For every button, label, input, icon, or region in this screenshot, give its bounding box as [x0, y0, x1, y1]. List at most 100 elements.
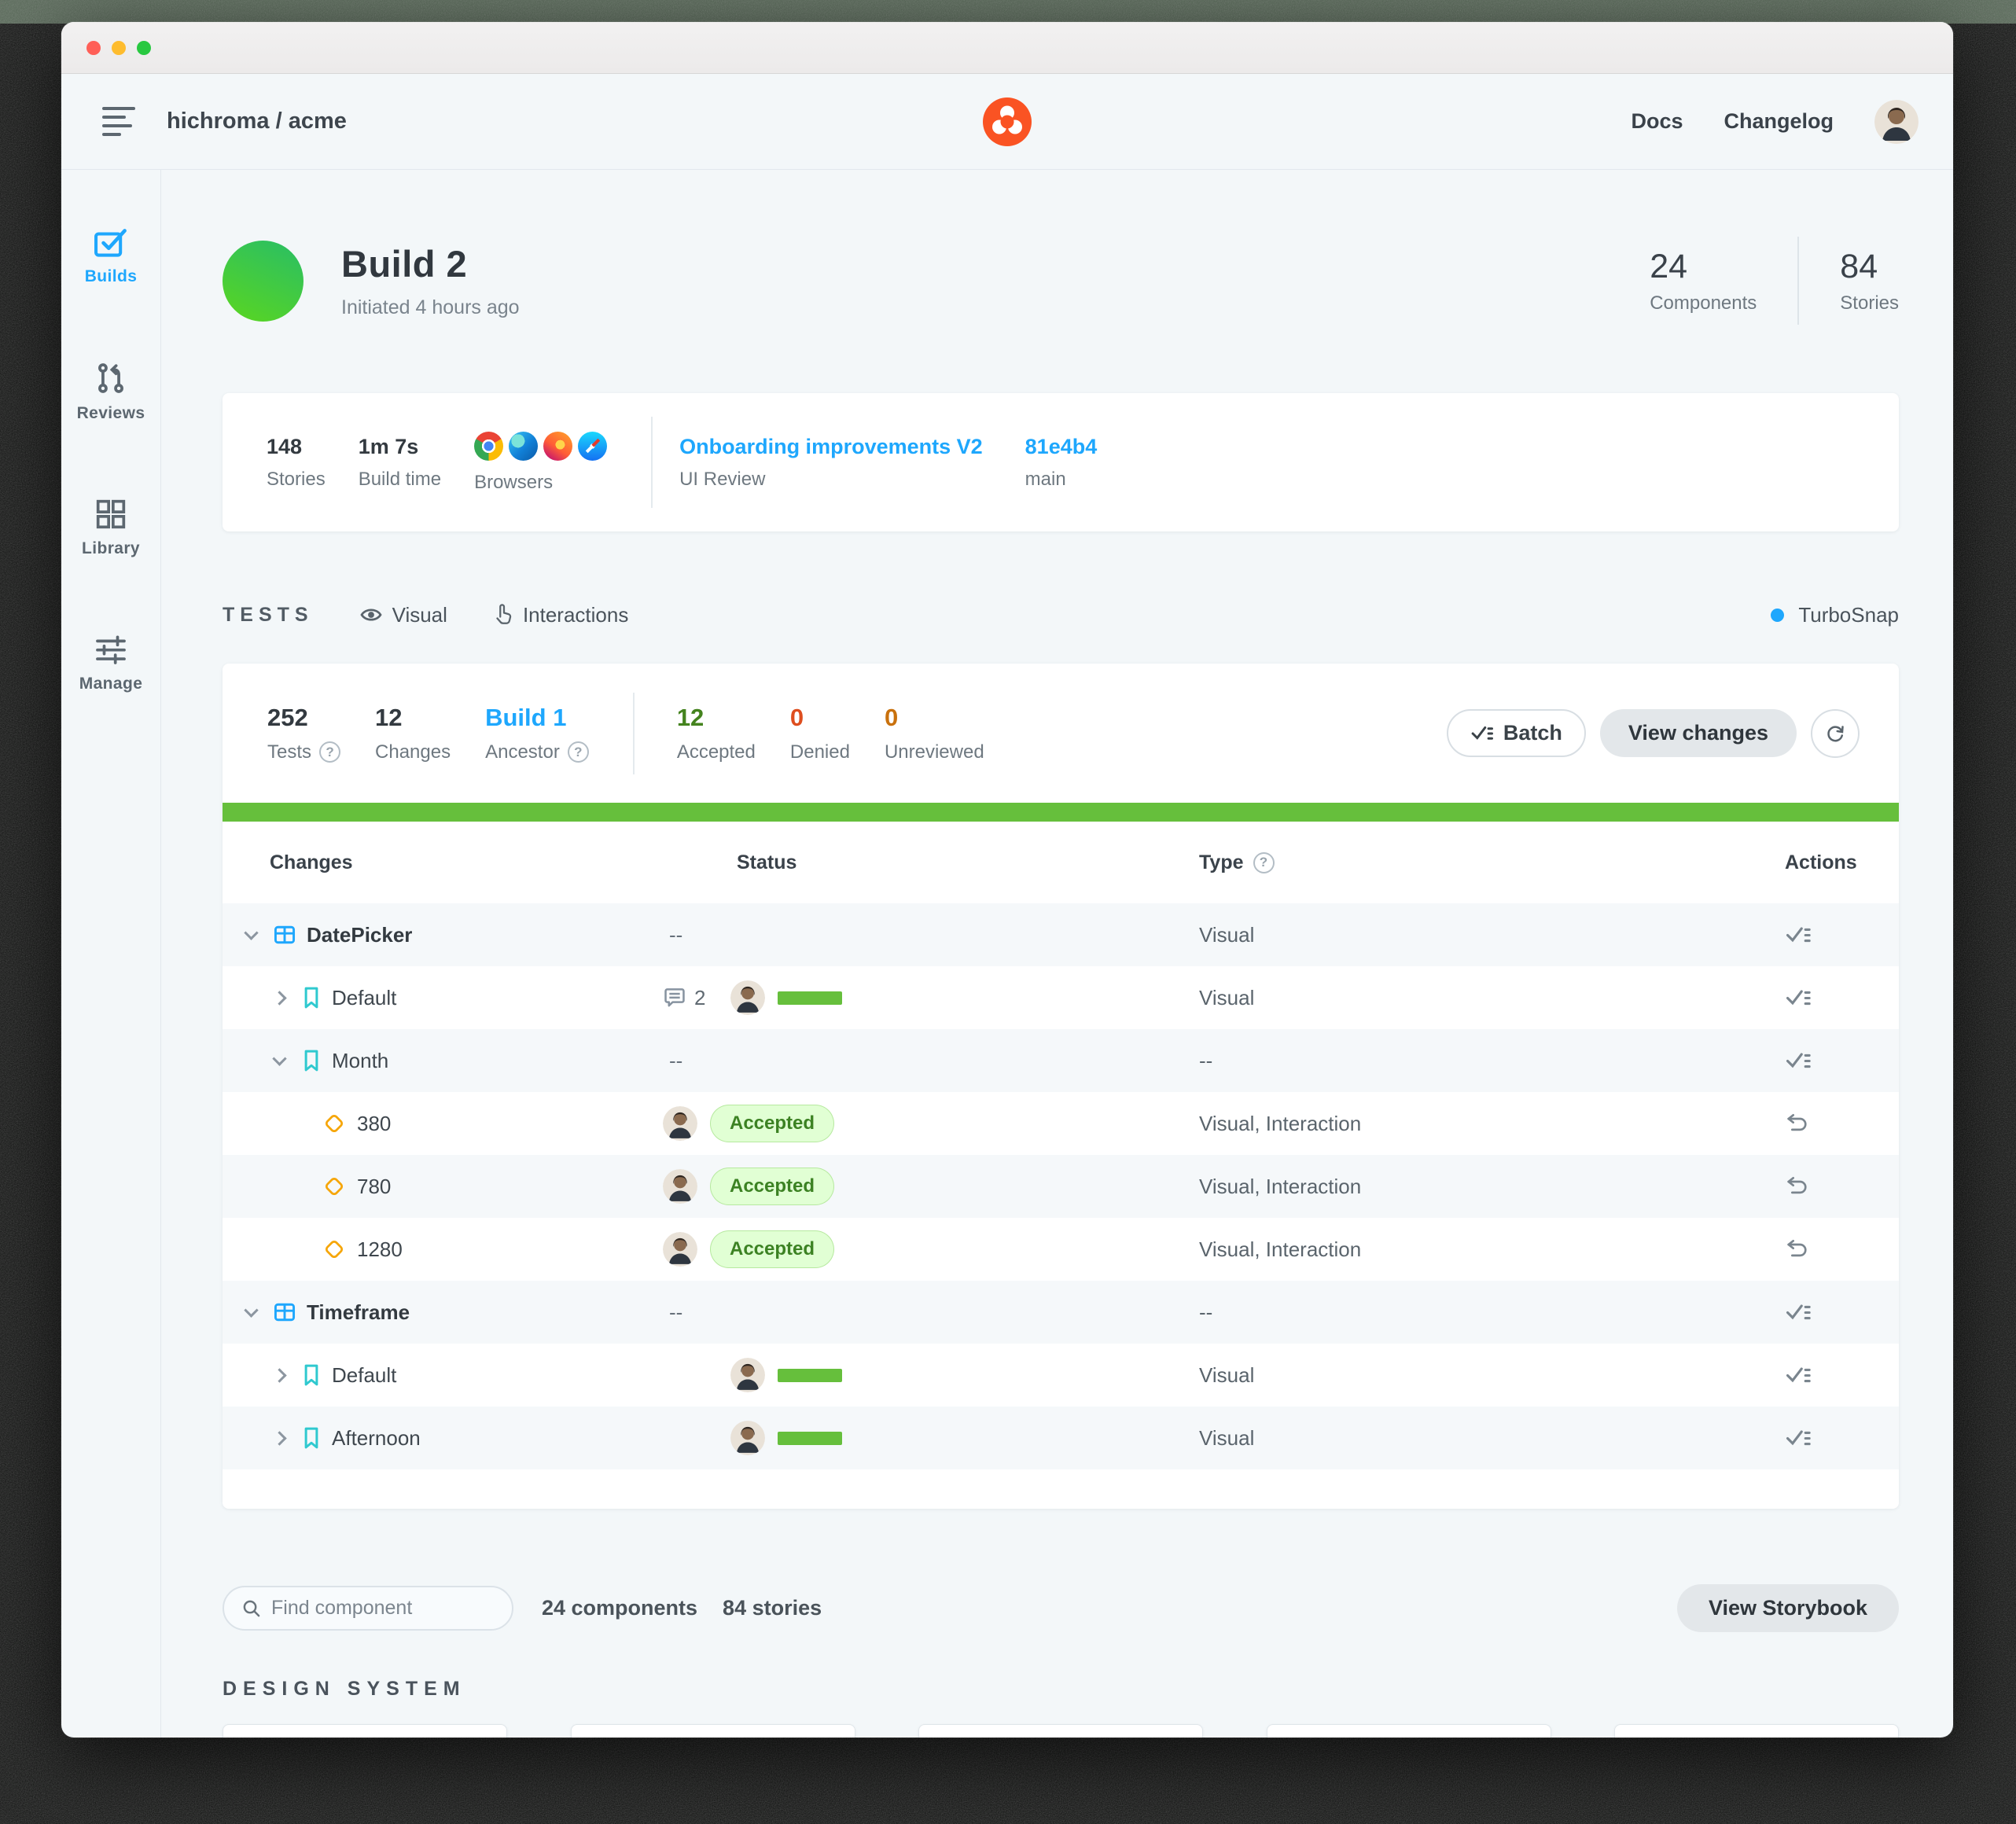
user-avatar[interactable]	[1874, 100, 1919, 144]
ancestor-stat: Build 1 Ancestor	[485, 704, 589, 763]
zoom-button[interactable]	[137, 41, 151, 55]
breadcrumb[interactable]: hichroma / acme	[167, 108, 347, 134]
close-button[interactable]	[86, 41, 101, 55]
build-info-card: 148 Stories 1m 7s Build time Browsers	[223, 393, 1899, 531]
commit-link[interactable]: 81e4b4	[1025, 435, 1098, 459]
help-icon[interactable]	[568, 741, 589, 763]
chevron-icon[interactable]	[244, 925, 258, 940]
search-input[interactable]	[271, 1597, 495, 1620]
reviewer-avatar	[663, 1106, 697, 1141]
refresh-button[interactable]	[1811, 709, 1860, 758]
minimize-button[interactable]	[112, 41, 126, 55]
visual-toggle[interactable]: Visual	[359, 603, 447, 627]
main-content: Build 2 Initiated 4 hours ago 24 Compone…	[161, 170, 1953, 1738]
firefox-icon	[543, 432, 572, 461]
row-type: Visual	[1199, 1363, 1761, 1388]
sidebar-item-reviews[interactable]: Reviews	[61, 360, 160, 423]
batch-button[interactable]: Batch	[1447, 709, 1586, 757]
row-name: Timeframe	[307, 1300, 410, 1325]
batch-action-icon[interactable]	[1785, 925, 1899, 946]
sidebar-item-label: Manage	[79, 675, 143, 693]
changes-stat: 12 Changes	[375, 704, 451, 763]
table-row[interactable]: 1280 Accepted Visual,	[223, 1218, 1899, 1281]
menu-icon[interactable]	[102, 101, 137, 142]
sidebar-item-manage[interactable]: Manage	[61, 632, 160, 693]
design-system-card[interactable]	[918, 1724, 1203, 1738]
chevron-icon[interactable]	[272, 1368, 286, 1382]
row-name: 1280	[357, 1237, 403, 1262]
table-row[interactable]: Default Visual	[223, 1344, 1899, 1407]
build-status-icon	[223, 241, 304, 322]
column-header-actions: Actions	[1761, 851, 1899, 874]
branch-link[interactable]: Onboarding improvements V2	[679, 435, 983, 459]
chevron-icon[interactable]	[272, 1431, 286, 1445]
table-row[interactable]: 780 Accepted Visual, I	[223, 1155, 1899, 1218]
sidebar-item-library[interactable]: Library	[61, 497, 160, 558]
accepted-stat: 12 Accepted	[677, 704, 756, 763]
status-dash: --	[663, 1049, 682, 1073]
comment-count: 2	[694, 986, 705, 1010]
design-system-card[interactable]	[223, 1724, 507, 1738]
undo-action-icon[interactable]	[1785, 1175, 1899, 1198]
row-name: Default	[332, 986, 396, 1010]
table-row[interactable]: Afternoon Visual	[223, 1407, 1899, 1469]
sidebar-item-label: Library	[82, 539, 140, 558]
ancestor-build-link[interactable]: Build 1	[485, 704, 589, 732]
batch-action-icon[interactable]	[1785, 1365, 1899, 1386]
chevron-icon[interactable]	[272, 991, 286, 1005]
status-progress-bar	[778, 991, 842, 1005]
batch-action-icon[interactable]	[1785, 987, 1899, 1009]
docs-link[interactable]: Docs	[1631, 109, 1683, 134]
window-titlebar	[61, 22, 1953, 74]
comment-icon	[663, 987, 686, 1009]
table-row[interactable]: Default 2 Visual	[223, 966, 1899, 1029]
design-system-card[interactable]	[1267, 1724, 1551, 1738]
viewport-icon	[322, 1237, 347, 1262]
help-icon[interactable]	[1253, 852, 1275, 873]
stories-count: 148 Stories	[267, 435, 326, 491]
table-row[interactable]: 380 Accepted Visual, I	[223, 1092, 1899, 1155]
comment-group[interactable]: 2	[663, 986, 730, 1010]
sidebar-item-label: Builds	[85, 267, 138, 286]
batch-action-icon[interactable]	[1785, 1050, 1899, 1072]
status-progress-bar	[778, 1432, 842, 1445]
batch-action-icon[interactable]	[1785, 1302, 1899, 1323]
design-system-card[interactable]	[571, 1724, 855, 1738]
row-type: Visual	[1199, 923, 1761, 947]
column-header-changes: Changes	[223, 851, 663, 874]
component-footer: 24 components 84 stories View Storybook	[223, 1584, 1899, 1632]
view-changes-button[interactable]: View changes	[1600, 709, 1797, 757]
reviewer-avatar	[663, 1232, 697, 1267]
row-name: DatePicker	[307, 923, 412, 947]
batch-action-icon[interactable]	[1785, 1428, 1899, 1449]
turbosnap-indicator[interactable]: TurboSnap	[1771, 603, 1899, 627]
reviewer-avatar	[730, 1421, 765, 1455]
chromatic-logo-icon[interactable]	[983, 97, 1032, 146]
interactions-toggle[interactable]: Interactions	[493, 603, 628, 627]
divider	[1797, 237, 1799, 325]
tests-card: 252 Tests 12 Changes Build 1 Ancestor 12	[223, 664, 1899, 1509]
status-badge: Accepted	[710, 1168, 834, 1205]
undo-action-icon[interactable]	[1785, 1237, 1899, 1261]
column-header-type: Type	[1199, 851, 1761, 874]
tests-heading: TESTS	[223, 604, 314, 627]
divider	[651, 417, 653, 508]
reviewer-avatar	[730, 980, 765, 1015]
pull-request-icon	[93, 360, 129, 396]
design-system-card[interactable]	[1614, 1724, 1899, 1738]
chevron-icon[interactable]	[272, 1051, 286, 1065]
help-icon[interactable]	[319, 741, 340, 763]
changelog-link[interactable]: Changelog	[1724, 109, 1834, 134]
table-row[interactable]: Month -- --	[223, 1029, 1899, 1092]
table-row[interactable]: DatePicker -- Visual	[223, 903, 1899, 966]
view-storybook-button[interactable]: View Storybook	[1677, 1584, 1899, 1632]
table-row[interactable]: Timeframe -- --	[223, 1281, 1899, 1344]
component-search[interactable]	[223, 1586, 513, 1631]
status-dash: --	[663, 923, 682, 947]
chevron-icon[interactable]	[244, 1303, 258, 1317]
sidebar-item-builds[interactable]: Builds	[61, 226, 160, 286]
row-type: Visual	[1199, 1426, 1761, 1451]
design-system-heading: DESIGN SYSTEM	[223, 1678, 1899, 1701]
undo-action-icon[interactable]	[1785, 1112, 1899, 1135]
chrome-icon	[474, 432, 503, 461]
